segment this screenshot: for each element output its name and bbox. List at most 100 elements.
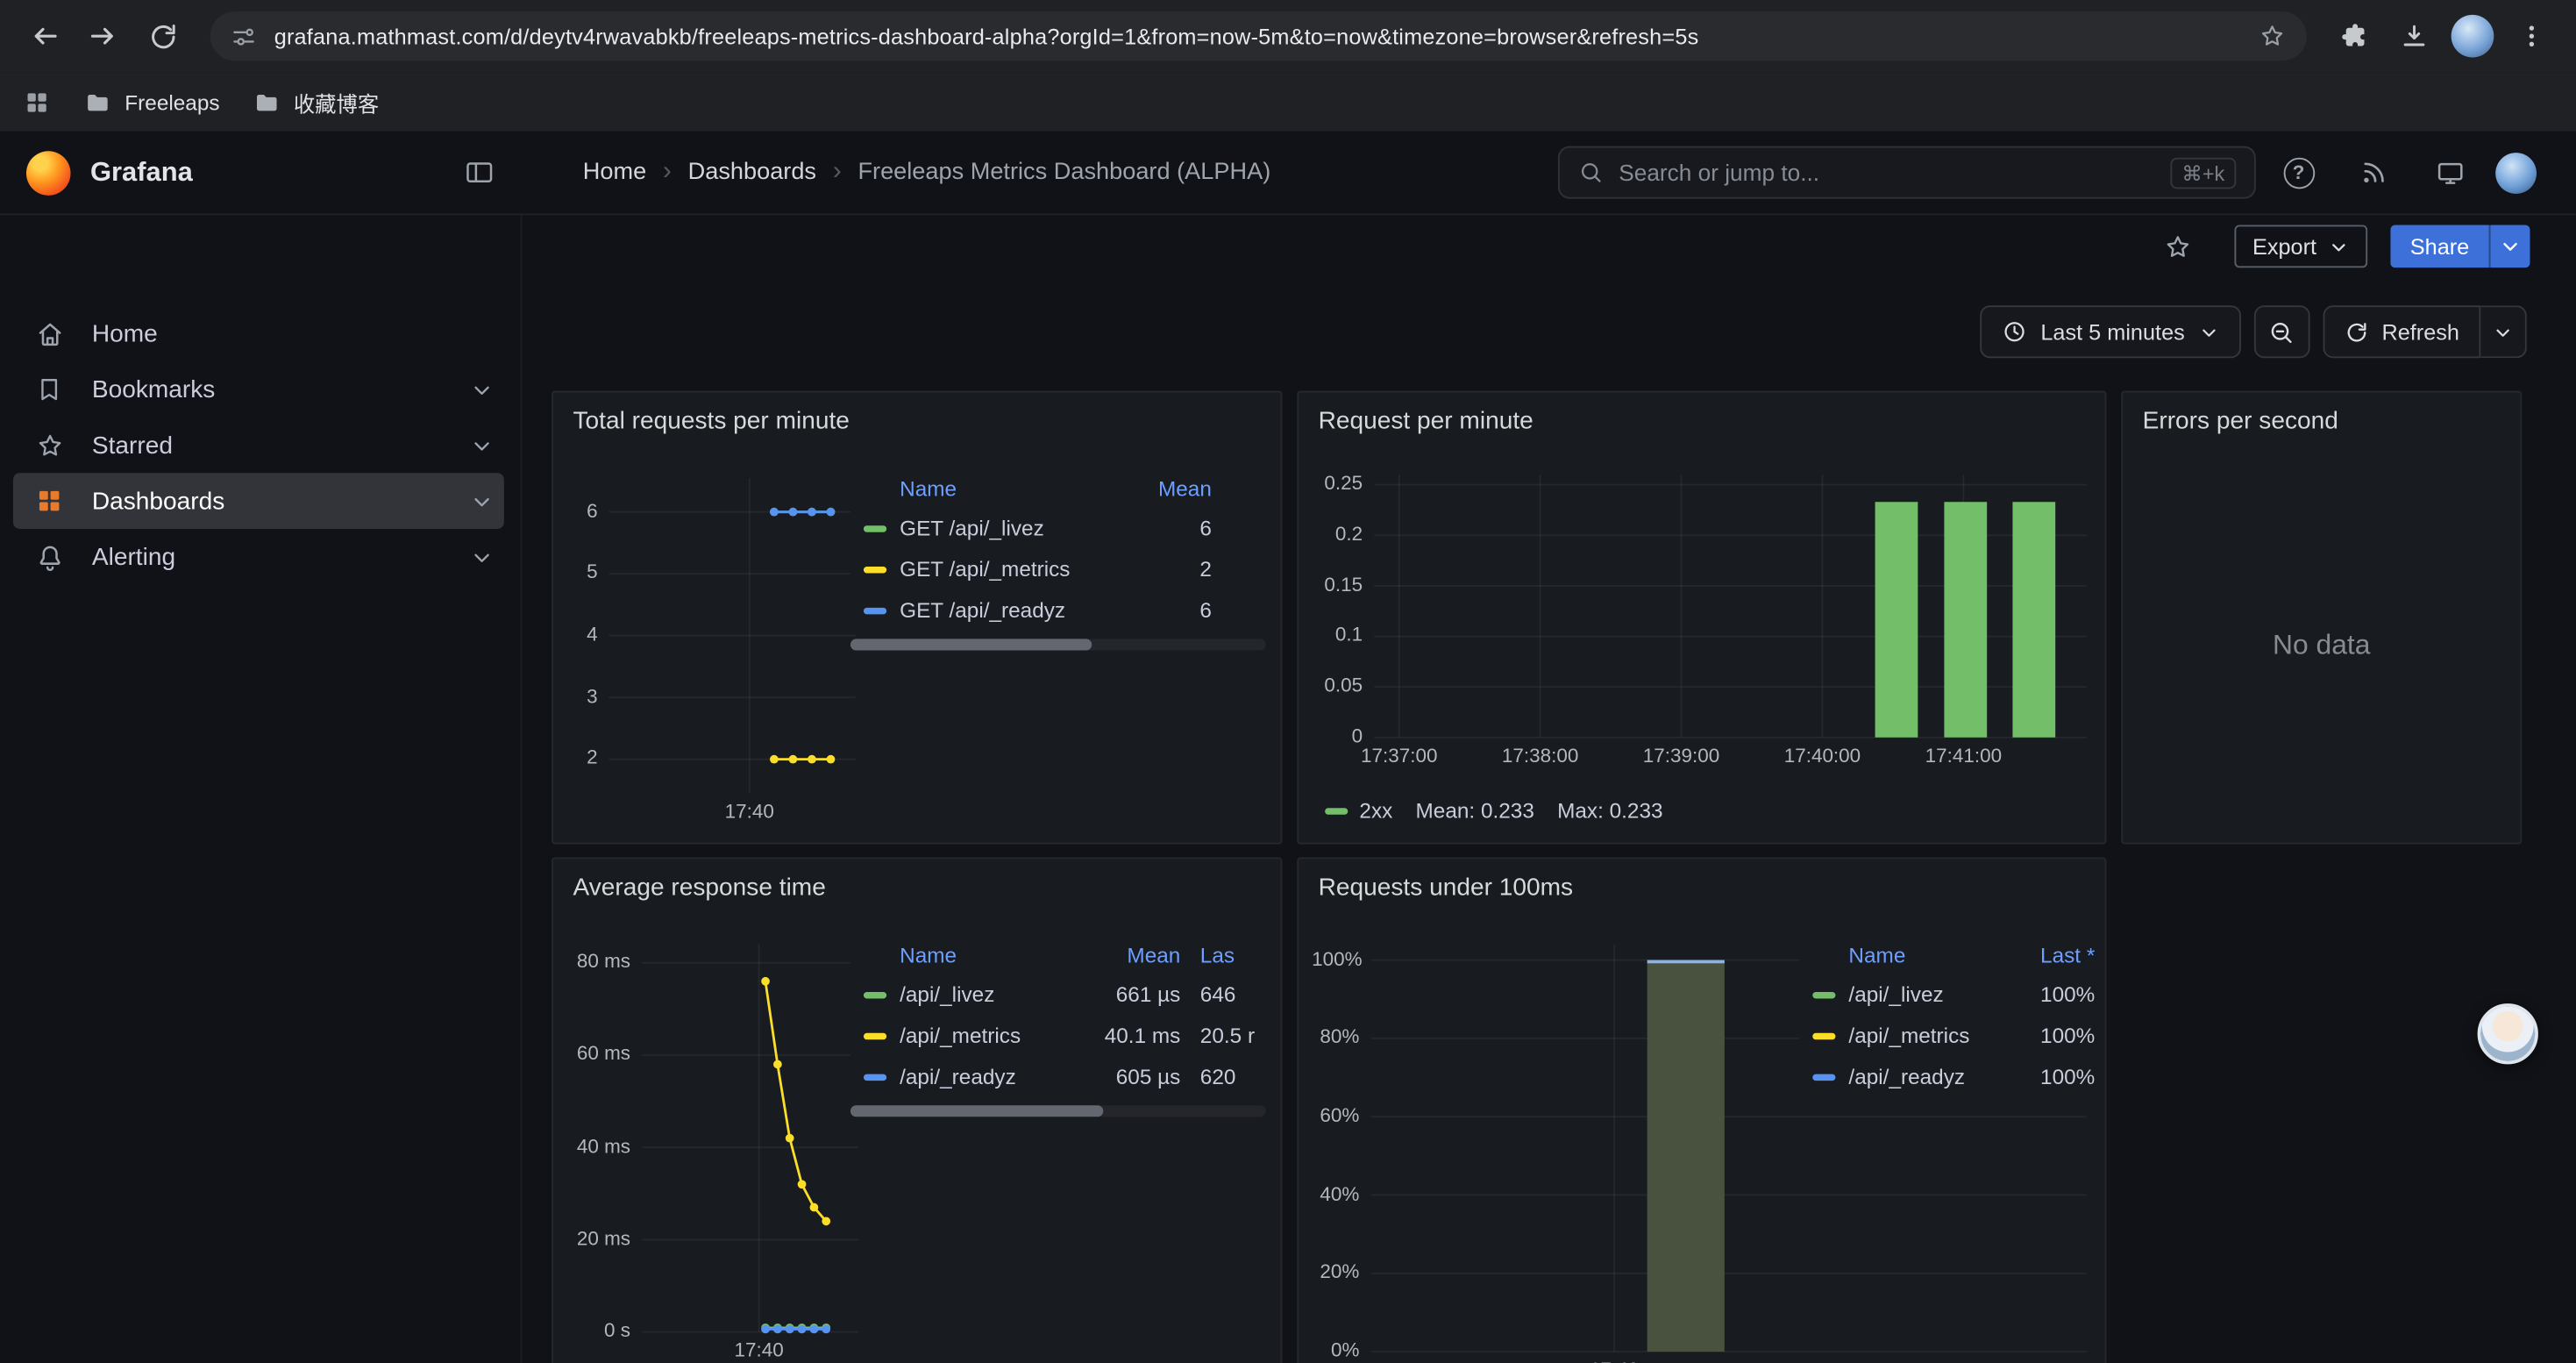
series-name[interactable]: /api/_readyz — [1848, 1064, 2003, 1088]
bookmark-folder-freeleaps[interactable]: Freeleaps — [83, 88, 219, 116]
series-name[interactable]: GET /api/_livez — [900, 516, 1107, 540]
address-bar[interactable]: grafana.mathmast.com/d/deytv4rwavabkb/fr… — [210, 11, 2307, 61]
site-info-icon[interactable] — [230, 22, 258, 50]
column-header-name[interactable]: Name — [1848, 942, 2003, 967]
y-axis-tick-label: 0 — [1312, 724, 1363, 747]
y-axis-tick-label: 3 — [570, 684, 598, 707]
panel-title[interactable]: Request per minute — [1299, 393, 2104, 449]
chevron-down-icon[interactable] — [470, 432, 495, 457]
news-rss-icon[interactable] — [2341, 143, 2407, 202]
panel-title[interactable]: Errors per second — [2123, 393, 2520, 449]
panel-title[interactable]: Average response time — [553, 859, 1281, 915]
y-axis-tick-label: 20% — [1312, 1260, 1359, 1283]
chevron-down-icon[interactable] — [470, 489, 495, 513]
y-axis-tick-label: 0.2 — [1312, 522, 1363, 545]
grafana-logo[interactable] — [26, 150, 71, 195]
reload-icon[interactable] — [135, 8, 191, 64]
url-text[interactable]: grafana.mathmast.com/d/deytv4rwavabkb/fr… — [274, 24, 2241, 48]
sidebar-item-label: Alerting — [92, 543, 175, 571]
refresh-button[interactable]: Refresh — [2323, 305, 2480, 358]
forward-icon[interactable] — [75, 8, 132, 64]
brand-header: Grafana — [0, 132, 522, 214]
series-last-value: 620 — [1180, 1064, 1269, 1088]
time-range-picker[interactable]: Last 5 minutes — [1980, 305, 2240, 358]
chevron-down-icon — [2492, 321, 2513, 342]
help-icon[interactable]: ? — [2266, 143, 2331, 202]
column-header-last[interactable]: Last * — [2003, 942, 2095, 967]
bookmark-star-icon[interactable] — [2258, 21, 2288, 51]
series-name[interactable]: /api/_livez — [900, 982, 1075, 1007]
extensions-icon[interactable] — [2326, 8, 2382, 64]
breadcrumb-home[interactable]: Home — [583, 160, 646, 186]
kiosk-monitor-icon[interactable] — [2416, 143, 2482, 202]
column-header-mean[interactable]: Mean — [1075, 942, 1180, 967]
scrollbar-thumb[interactable] — [850, 639, 1092, 650]
mega-menu-dock-icon[interactable] — [463, 156, 495, 189]
time-range-label: Last 5 minutes — [2040, 319, 2184, 344]
legend-header: Name Mean — [850, 468, 1269, 508]
column-header-name[interactable]: Name — [900, 942, 1075, 967]
sidebar-item-bookmarks[interactable]: Bookmarks — [13, 361, 504, 417]
legend-row: /api/_readyz 605 µs 620 — [850, 1056, 1269, 1097]
breadcrumb-current: Freeleaps Metrics Dashboard (ALPHA) — [857, 160, 1270, 186]
search-input[interactable]: Search or jump to... ⌘+k — [1558, 146, 2256, 199]
y-axis-tick-label: 0.1 — [1312, 624, 1363, 646]
favorite-star-icon[interactable] — [2145, 217, 2211, 275]
sidebar-item-label: Bookmarks — [92, 375, 215, 403]
horizontal-scrollbar[interactable] — [850, 1105, 1266, 1117]
sidebar-item-home[interactable]: Home — [13, 305, 504, 361]
series-name[interactable]: /api/_readyz — [900, 1064, 1075, 1088]
column-header-mean[interactable]: Mean — [1107, 475, 1212, 500]
export-button[interactable]: Export — [2234, 225, 2367, 268]
time-series-chart[interactable]: 80 ms60 ms40 ms20 ms0 s17:40 — [570, 934, 869, 1363]
bookmark-folder-blogs[interactable]: 收藏博客 — [253, 86, 379, 118]
series-name[interactable]: /api/_metrics — [900, 1024, 1075, 1048]
panel-title[interactable]: Requests under 100ms — [1299, 859, 2104, 915]
chevron-down-icon — [2328, 236, 2349, 257]
profile-avatar[interactable] — [2444, 8, 2501, 64]
user-avatar[interactable] — [2495, 152, 2537, 193]
back-icon[interactable] — [17, 8, 73, 64]
breadcrumb-dashboards[interactable]: Dashboards — [688, 160, 816, 186]
time-series-chart[interactable]: 6543217:40 — [570, 468, 865, 830]
series-name[interactable]: /api/_metrics — [1848, 1024, 2003, 1048]
sidebar-item-starred[interactable]: Starred — [13, 417, 504, 474]
assistant-avatar[interactable] — [2478, 1003, 2538, 1064]
legend-header: Name Last * — [1799, 934, 2095, 974]
series-color-dash — [1325, 807, 1348, 813]
series-name[interactable]: GET /api/_metrics — [900, 557, 1107, 582]
sidebar-item-alerting[interactable]: Alerting — [13, 529, 504, 585]
series-name[interactable]: GET /api/_readyz — [900, 598, 1107, 623]
panel-total-requests-per-minute: Total requests per minute 6543217:40 Nam… — [551, 391, 1282, 845]
series-name[interactable]: 2xx — [1359, 798, 1392, 823]
column-header-name[interactable]: Name — [900, 475, 1107, 500]
browser-menu-icon[interactable] — [2504, 8, 2560, 64]
panel-request-per-minute: Request per minute 0.250.20.150.10.05017… — [1297, 391, 2106, 845]
horizontal-scrollbar[interactable] — [850, 639, 1266, 650]
apps-grid-icon[interactable] — [23, 88, 51, 116]
y-axis-tick-label: 40% — [1312, 1181, 1359, 1204]
downloads-icon[interactable] — [2386, 8, 2442, 64]
x-axis-tick-label: 17:39:00 — [1643, 744, 1719, 767]
y-axis-tick-label: 60 ms — [570, 1042, 630, 1065]
browser-toolbar: grafana.mathmast.com/d/deytv4rwavabkb/fr… — [0, 0, 2576, 72]
legend-mean-stat: Mean: 0.233 — [1416, 798, 1534, 823]
column-header-last[interactable]: Las — [1180, 942, 1269, 967]
y-axis-tick-label: 6 — [570, 499, 598, 522]
brand-name: Grafana — [90, 157, 193, 189]
scrollbar-thumb[interactable] — [850, 1105, 1104, 1117]
zoom-out-button[interactable] — [2253, 305, 2309, 358]
series-mean-value: 6 — [1107, 516, 1212, 540]
bookmark-label: Freeleaps — [125, 89, 219, 114]
series-name[interactable]: /api/_livez — [1848, 982, 2003, 1007]
legend-row: GET /api/_readyz 6 — [850, 589, 1269, 631]
chevron-down-icon[interactable] — [470, 377, 495, 402]
chevron-down-icon[interactable] — [470, 545, 495, 569]
share-dropdown-chevron[interactable] — [2489, 225, 2530, 268]
share-button[interactable]: Share — [2390, 225, 2530, 268]
share-label[interactable]: Share — [2390, 225, 2488, 268]
sidebar-item-dashboards[interactable]: Dashboards — [13, 473, 504, 529]
bar-chart[interactable]: 0.250.20.150.10.05017:37:0017:38:0017:39… — [1312, 465, 2096, 774]
panel-title[interactable]: Total requests per minute — [553, 393, 1281, 449]
refresh-interval-dropdown[interactable] — [2480, 305, 2526, 358]
